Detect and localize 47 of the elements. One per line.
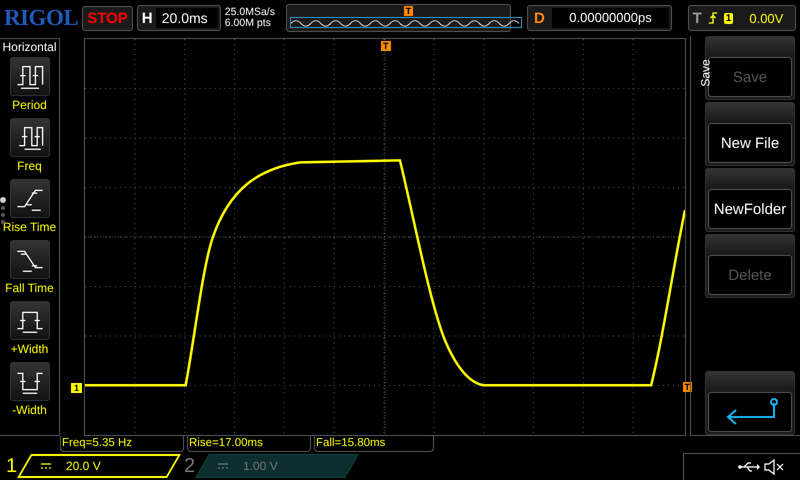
channel-scale: 20.0 V — [66, 459, 101, 473]
panel-title: Horizontal — [2, 40, 57, 54]
channel-offset-marker[interactable]: 1 — [71, 383, 82, 393]
measure-button[interactable] — [10, 362, 50, 401]
horizontal-scale-panel[interactable]: H 20.0ms — [136, 5, 221, 31]
run-stop-button[interactable]: STOP — [82, 6, 133, 30]
trigger-source-badge: 1 — [724, 12, 734, 24]
delay-value: 0.00000000ps — [552, 8, 669, 28]
timebase-value: 20.0ms — [156, 8, 218, 28]
speaker-muted-icon — [764, 458, 784, 474]
measure-label[interactable]: +Width — [10, 340, 48, 359]
dc-coupling-icon — [40, 462, 52, 470]
delay-panel[interactable]: D 0.00000000ps — [527, 5, 672, 31]
delay-label: D — [532, 10, 546, 26]
measure-label[interactable]: Fall Time — [5, 279, 54, 298]
sample-rate: 25.0MSa/s — [224, 7, 276, 18]
trigger-label: T — [692, 10, 702, 26]
measure-label[interactable]: Rise Time — [2, 218, 56, 237]
measurement-result: Freq=5.35 Hz — [60, 436, 184, 452]
brand-logo: RIGOL — [4, 5, 78, 31]
rising-edge-icon — [708, 11, 718, 25]
measure-button[interactable] — [10, 118, 50, 157]
channel-number: 2 — [183, 454, 196, 478]
usb-icon — [738, 460, 760, 472]
channel-number: 1 — [5, 454, 18, 478]
channel-tab[interactable]: 1 20.0 V — [0, 453, 174, 479]
horizontal-label: H — [142, 10, 154, 26]
measure-label[interactable]: Period — [12, 96, 47, 115]
measurement-result: Fall=15.80ms — [314, 436, 434, 452]
memory-depth: 6.00M pts — [224, 18, 272, 29]
trigger-level: 0.00V — [749, 10, 784, 26]
measure-label[interactable]: Freq — [17, 157, 42, 176]
channel-tab[interactable]: 2 1.00 V — [178, 453, 352, 479]
measure-button[interactable] — [10, 179, 50, 218]
channel-scale: 1.00 V — [243, 459, 278, 473]
trigger-position-marker: T — [404, 6, 414, 16]
trigger-panel[interactable]: T 1 0.00V — [688, 5, 796, 31]
measure-label[interactable]: -Width — [12, 401, 47, 420]
measure-button[interactable] — [10, 57, 50, 96]
dc-coupling-icon — [217, 462, 229, 470]
measurement-result: Rise=17.00ms — [187, 436, 311, 452]
menu-button[interactable]: New File — [708, 123, 792, 163]
menu-button[interactable]: NewFolder — [708, 189, 792, 229]
trigger-position-marker[interactable]: T — [381, 41, 390, 51]
back-button[interactable] — [708, 392, 792, 432]
measure-button[interactable] — [10, 301, 50, 340]
measure-button[interactable] — [10, 240, 50, 279]
